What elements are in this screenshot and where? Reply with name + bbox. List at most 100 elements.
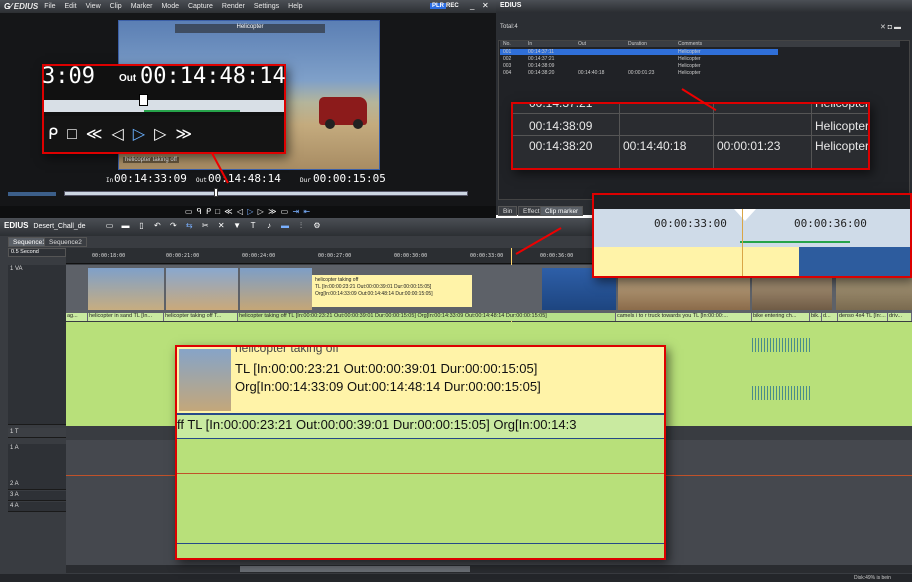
overwrite-icon[interactable]: ⇤ (303, 207, 311, 216)
zoom-list-row: 00:14:38:09 Helicopter (513, 116, 868, 136)
set-in-icon[interactable]: ᑫ (197, 207, 203, 216)
redo-icon[interactable]: ↷ (169, 222, 177, 230)
app-logo: G⁄ EDIUS (4, 2, 39, 11)
preview-caption: helicopter taking off (123, 157, 179, 163)
menu-settings[interactable]: Settings (254, 3, 279, 10)
player-scrubber[interactable] (64, 191, 468, 196)
out-timecode: 00:14:48:14 (208, 172, 281, 185)
fast-forward-icon[interactable]: ≫ (268, 207, 277, 216)
clip[interactable]: bik... (810, 313, 822, 321)
zoom-clip-blue (799, 247, 910, 276)
track-header-4a[interactable]: 4 A (8, 502, 66, 512)
marker-row[interactable]: 002 00:14:37:21 Helicopter (500, 56, 900, 62)
marker-row[interactable]: 004 00:14:38:20 00:14:40:18 00:00:01:23 Heli… (500, 70, 900, 76)
ruler-tick: 00:00:27:00 (318, 253, 352, 259)
marker-toolbar-icons[interactable]: ✕ ◘ ▬ (880, 23, 901, 31)
clip-selected[interactable]: helicopter taking off TL [In:00:00:23:21… (238, 313, 616, 321)
clip[interactable]: d... (822, 313, 838, 321)
menu-capture[interactable]: Capture (188, 3, 213, 10)
fast-forward-icon[interactable]: ≫ (175, 126, 201, 143)
zoom-playhead[interactable] (734, 209, 756, 221)
menu-help[interactable]: Help (288, 3, 302, 10)
rewind-icon[interactable]: ≪ (86, 126, 112, 143)
minimize-icon[interactable]: _ (470, 1, 474, 10)
playhead-marker[interactable] (214, 188, 218, 197)
timeline-scrollbar[interactable] (66, 565, 912, 573)
zoom-player-callout: 3:09 Out 00:14:48:14 ᑭ□≪◁▷▷≫ (42, 64, 286, 154)
marker-icon[interactable]: ▼ (233, 222, 241, 230)
clip[interactable]: driv... (888, 313, 912, 321)
menu-render[interactable]: Render (222, 3, 245, 10)
undo-icon[interactable]: ↶ (153, 222, 161, 230)
zoom-ruler-bar (594, 195, 910, 209)
tab-sequence2[interactable]: Sequence2 (44, 237, 87, 247)
zoom-transport: ᑭ□≪◁▷▷≫ (44, 116, 284, 152)
tab-bin[interactable]: Bin (498, 206, 518, 216)
ruler-tick: 00:00:21:00 (166, 253, 200, 259)
thumb (240, 268, 312, 310)
volume-slider[interactable] (8, 192, 56, 196)
step-forward-icon[interactable]: ▷ (154, 126, 175, 143)
zoom-list-row: 00:14:38:20 00:14:40:18 00:00:01:23 Heli… (529, 139, 870, 153)
menu-marker[interactable]: Marker (131, 3, 153, 10)
play-icon[interactable]: ▷ (133, 126, 154, 143)
step-forward-icon[interactable]: ▷ (258, 207, 265, 216)
monitor-icon[interactable]: ▭ (185, 207, 194, 216)
close-icon[interactable]: ✕ (482, 1, 489, 10)
zoom-range-line (740, 241, 850, 243)
menu-file[interactable]: File (44, 3, 55, 10)
track-header-3a[interactable]: 3 A (8, 491, 66, 501)
snap-icon[interactable]: ⫶ (297, 222, 305, 230)
save-icon[interactable]: ▯ (137, 222, 145, 230)
marker-row[interactable]: 001 00:14:37:11 Helicopter (500, 49, 778, 55)
settings-icon[interactable]: ⚙ (313, 222, 321, 230)
menu-edit[interactable]: Edit (65, 3, 77, 10)
zoom-list-divider (619, 104, 620, 168)
zoom-range-line (144, 110, 240, 112)
open-icon[interactable]: ▬ (121, 222, 129, 230)
stop-icon[interactable]: □ (67, 126, 86, 143)
rec-label: REC (446, 3, 459, 9)
zoom-clip-label: ff TL [In:00:00:23:21 Out:00:00:39:01 Du… (177, 413, 664, 439)
set-out-icon[interactable]: ᑭ (206, 207, 212, 216)
render-icon[interactable]: ▬ (281, 222, 289, 230)
tab-clip-marker[interactable]: Clip marker (540, 206, 584, 216)
clip[interactable]: denso 4x4 TL [In:... (838, 313, 888, 321)
ripple-icon[interactable]: ⇆ (185, 222, 193, 230)
in-label: In (106, 177, 114, 184)
new-sequence-icon[interactable]: ▭ (106, 222, 114, 230)
menu-mode[interactable]: Mode (161, 3, 179, 10)
track-header-2a[interactable]: 2 A (8, 480, 66, 490)
track-header-1t[interactable]: 1 T (8, 428, 66, 438)
text-icon[interactable]: T (249, 222, 257, 230)
marker-row[interactable]: 003 00:14:38:09 Helicopter (500, 63, 900, 69)
marker-titlebar: EDIUS (496, 0, 912, 12)
scrollbar-thumb[interactable] (240, 566, 470, 572)
loop-icon[interactable]: ▭ (281, 207, 290, 216)
step-back-icon[interactable]: ◁ (237, 207, 244, 216)
delete-icon[interactable]: ✕ (217, 222, 225, 230)
cut-icon[interactable]: ✂ (201, 222, 209, 230)
truck-wheel (325, 119, 335, 129)
zoom-playhead[interactable] (139, 94, 148, 106)
zoom-list-row: 00:14:37:21 Helicopter (513, 104, 868, 114)
insert-icon[interactable]: ⇥ (292, 207, 300, 216)
play-icon[interactable]: ▷ (247, 207, 254, 216)
marker-total: Total:4 (500, 24, 518, 30)
track-header-1va[interactable]: 1 VA (8, 265, 66, 425)
out-label: Out (196, 177, 207, 184)
clip[interactable]: helicopter in sand TL [In... (88, 313, 164, 321)
clip[interactable]: camels i to r truck towards you TL [In:0… (616, 313, 752, 321)
clip[interactable]: ag... (66, 313, 88, 321)
clip[interactable]: helicopter taking off T... (164, 313, 238, 321)
menu-clip[interactable]: Clip (110, 3, 122, 10)
menu-view[interactable]: View (86, 3, 101, 10)
stop-icon[interactable]: □ (215, 207, 221, 216)
ruler-tick: 00:00:30:00 (394, 253, 428, 259)
audio-icon[interactable]: ♪ (265, 222, 273, 230)
clip[interactable]: bike entering ch... (752, 313, 810, 321)
timeline-zoom[interactable]: 0.5 Second (8, 248, 66, 257)
rewind-icon[interactable]: ≪ (224, 207, 233, 216)
set-out-icon[interactable]: ᑭ (48, 126, 67, 143)
step-back-icon[interactable]: ◁ (111, 126, 132, 143)
